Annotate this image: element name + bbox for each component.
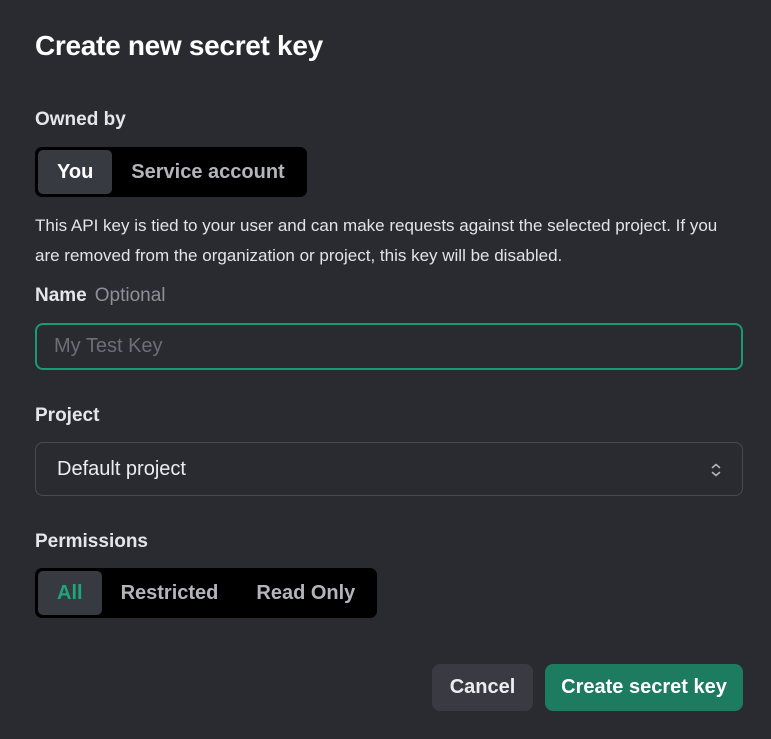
name-input[interactable] (37, 325, 741, 368)
name-optional-hint: Optional (94, 285, 166, 306)
project-label: Project (35, 405, 100, 426)
owned-by-option-you[interactable]: You (38, 150, 113, 194)
permissions-toggle: All Restricted Read Only (35, 568, 378, 618)
permissions-option-restricted[interactable]: Restricted (102, 571, 238, 615)
permissions-option-all[interactable]: All (38, 571, 102, 615)
permissions-label: Permissions (35, 531, 148, 552)
owned-by-description: This API key is tied to your user and ca… (35, 216, 718, 265)
name-input-wrapper (35, 323, 743, 370)
cancel-button[interactable]: Cancel (432, 664, 533, 711)
owned-by-label: Owned by (35, 109, 126, 130)
permissions-option-read-only[interactable]: Read Only (237, 571, 374, 615)
owned-by-toggle: You Service account (35, 147, 307, 197)
project-select[interactable]: Default project (35, 442, 743, 496)
name-label: Name (35, 285, 87, 306)
project-select-value: Default project (57, 457, 186, 480)
create-secret-key-dialog: Create new secret key Owned by You Servi… (0, 0, 771, 739)
chevron-up-down-icon (710, 461, 722, 484)
name-label-row: Name Optional (35, 285, 166, 307)
owned-by-option-service-account[interactable]: Service account (112, 150, 303, 194)
create-secret-key-button[interactable]: Create secret key (545, 664, 743, 711)
dialog-title: Create new secret key (35, 30, 323, 61)
